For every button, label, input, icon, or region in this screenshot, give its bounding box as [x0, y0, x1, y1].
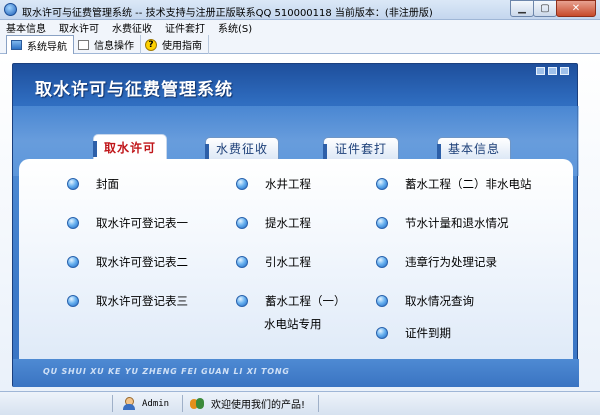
- help-icon: ?: [145, 38, 157, 51]
- status-separator: [182, 395, 183, 412]
- link-water-query[interactable]: 取水情况查询: [376, 293, 474, 309]
- status-separator: [112, 395, 113, 412]
- maximize-button[interactable]: ▢: [533, 0, 557, 17]
- menu-certificate-print[interactable]: 证件套打: [165, 20, 205, 35]
- bullet-icon: [376, 178, 388, 190]
- frame-minimize-icon[interactable]: [536, 67, 545, 75]
- status-user-name: Admin: [142, 398, 170, 409]
- bullet-icon: [67, 217, 79, 229]
- client-area: 取水许可与征费管理系统 取水许可 水费征收 证件套打 基本信息 封面 取水许可登…: [0, 54, 600, 391]
- link-permit-form-2[interactable]: 取水许可登记表二: [67, 254, 188, 270]
- link-label: 水井工程: [265, 177, 311, 191]
- link-storage-project-1[interactable]: 蓄水工程（一）: [236, 293, 346, 309]
- content-panel: 封面 取水许可登记表一 取水许可登记表二 取水许可登记表三 水井工程 提水工程 …: [19, 159, 573, 359]
- title-bar: 取水许可与征费管理系统 -- 技术支持与注册正版联系QQ 510000118 当…: [0, 0, 600, 20]
- tab-fee-collection[interactable]: 水费征收: [205, 137, 279, 160]
- status-message: 欢迎使用我们的产品!: [190, 396, 305, 411]
- status-separator: [318, 395, 319, 412]
- tab-edge-decoration: [205, 144, 209, 160]
- tab-label: 基本信息: [447, 142, 500, 156]
- link-label: 蓄水工程（一）: [265, 294, 346, 308]
- tab-certificate-print[interactable]: 证件套打: [323, 137, 399, 160]
- link-violation-records[interactable]: 违章行为处理记录: [376, 254, 497, 270]
- status-bar: Admin 欢迎使用我们的产品!: [0, 391, 600, 415]
- close-button[interactable]: ✕: [556, 0, 596, 17]
- minimize-button[interactable]: ▁: [510, 0, 534, 17]
- bullet-icon: [236, 178, 248, 190]
- window-controls: ▁ ▢ ✕: [510, 0, 596, 17]
- link-water-metering[interactable]: 节水计量和退水情况: [376, 215, 509, 231]
- link-label: 引水工程: [265, 255, 311, 269]
- bullet-icon: [67, 256, 79, 268]
- toolbar-tab-guide[interactable]: ? 使用指南: [141, 35, 209, 54]
- link-label: 取水许可登记表三: [96, 294, 188, 308]
- menu-fee-collection[interactable]: 水费征收: [112, 20, 152, 35]
- nav-tabs: 取水许可 水费征收 证件套打 基本信息: [13, 134, 579, 160]
- toolbar-tab-navigation[interactable]: 系统导航: [6, 35, 74, 54]
- link-permit-form-3[interactable]: 取水许可登记表三: [67, 293, 188, 309]
- link-label: 取水许可登记表一: [96, 216, 188, 230]
- menu-water-permit[interactable]: 取水许可: [59, 20, 99, 35]
- link-label: 取水情况查询: [405, 294, 474, 308]
- tab-label: 证件套打: [334, 142, 387, 156]
- tab-basic-info[interactable]: 基本信息: [437, 137, 511, 160]
- bullet-icon: [376, 327, 388, 339]
- bullet-icon: [67, 295, 79, 307]
- monitor-icon: [11, 40, 22, 50]
- page-title: 取水许可与征费管理系统: [35, 80, 233, 100]
- bullet-icon: [376, 256, 388, 268]
- tab-edge-decoration: [323, 144, 327, 160]
- bullet-icon: [376, 217, 388, 229]
- link-storage-project-1-sub[interactable]: 水电站专用: [264, 316, 322, 332]
- bullet-icon: [376, 295, 388, 307]
- link-label: 违章行为处理记录: [405, 255, 497, 269]
- link-storage-project-2[interactable]: 蓄水工程（二）非水电站: [376, 176, 532, 192]
- frame-restore-icon[interactable]: [548, 67, 557, 75]
- link-label: 蓄水工程（二）非水电站: [405, 177, 532, 191]
- tab-water-permit[interactable]: 取水许可: [93, 134, 167, 160]
- pinyin-caption: QU SHUI XU KE YU ZHENG FEI GUAN LI XI TO…: [43, 367, 290, 376]
- document-icon: [78, 39, 89, 50]
- bullet-icon: [67, 178, 79, 190]
- link-label: 证件到期: [405, 326, 451, 340]
- tab-label: 水费征收: [215, 142, 268, 156]
- toolbar-tab-label: 使用指南: [162, 41, 202, 52]
- bullet-icon: [236, 256, 248, 268]
- navigation-frame: 取水许可与征费管理系统 取水许可 水费征收 证件套打 基本信息 封面 取水许可登…: [12, 63, 579, 387]
- toolbar: 系统导航 信息操作 ? 使用指南: [0, 35, 600, 54]
- status-message-text: 欢迎使用我们的产品!: [211, 400, 306, 411]
- app-icon: [4, 3, 17, 16]
- menu-bar: 基本信息 取水许可 水费征收 证件套打 系统(S): [0, 20, 600, 35]
- footer-band: QU SHUI XU KE YU ZHENG FEI GUAN LI XI TO…: [13, 359, 579, 387]
- link-well-project[interactable]: 水井工程: [236, 176, 311, 192]
- toolbar-tab-info-ops[interactable]: 信息操作: [74, 35, 141, 54]
- link-cover[interactable]: 封面: [67, 176, 119, 192]
- link-label: 节水计量和退水情况: [405, 216, 509, 230]
- frame-close-icon[interactable]: [560, 67, 569, 75]
- link-label: 取水许可登记表二: [96, 255, 188, 269]
- users-icon: [190, 397, 205, 410]
- link-pumping-project[interactable]: 提水工程: [236, 215, 311, 231]
- link-label: 提水工程: [265, 216, 311, 230]
- link-permit-form-1[interactable]: 取水许可登记表一: [67, 215, 188, 231]
- link-diversion-project[interactable]: 引水工程: [236, 254, 311, 270]
- menu-system[interactable]: 系统(S): [218, 20, 252, 35]
- link-certificate-expiry[interactable]: 证件到期: [376, 325, 451, 341]
- toolbar-tab-label: 系统导航: [27, 41, 67, 53]
- user-icon: [122, 397, 136, 410]
- menu-basic-info[interactable]: 基本信息: [6, 20, 46, 35]
- frame-controls: [536, 67, 569, 75]
- bullet-icon: [236, 217, 248, 229]
- status-user: Admin: [122, 396, 169, 411]
- bullet-icon: [236, 295, 248, 307]
- toolbar-tab-label: 信息操作: [94, 41, 134, 52]
- tab-edge-decoration: [437, 144, 441, 160]
- link-label: 封面: [96, 177, 119, 191]
- window-title: 取水许可与征费管理系统 -- 技术支持与注册正版联系QQ 510000118 当…: [22, 8, 433, 19]
- tab-edge-decoration: [93, 141, 97, 157]
- tab-label: 取水许可: [103, 141, 156, 155]
